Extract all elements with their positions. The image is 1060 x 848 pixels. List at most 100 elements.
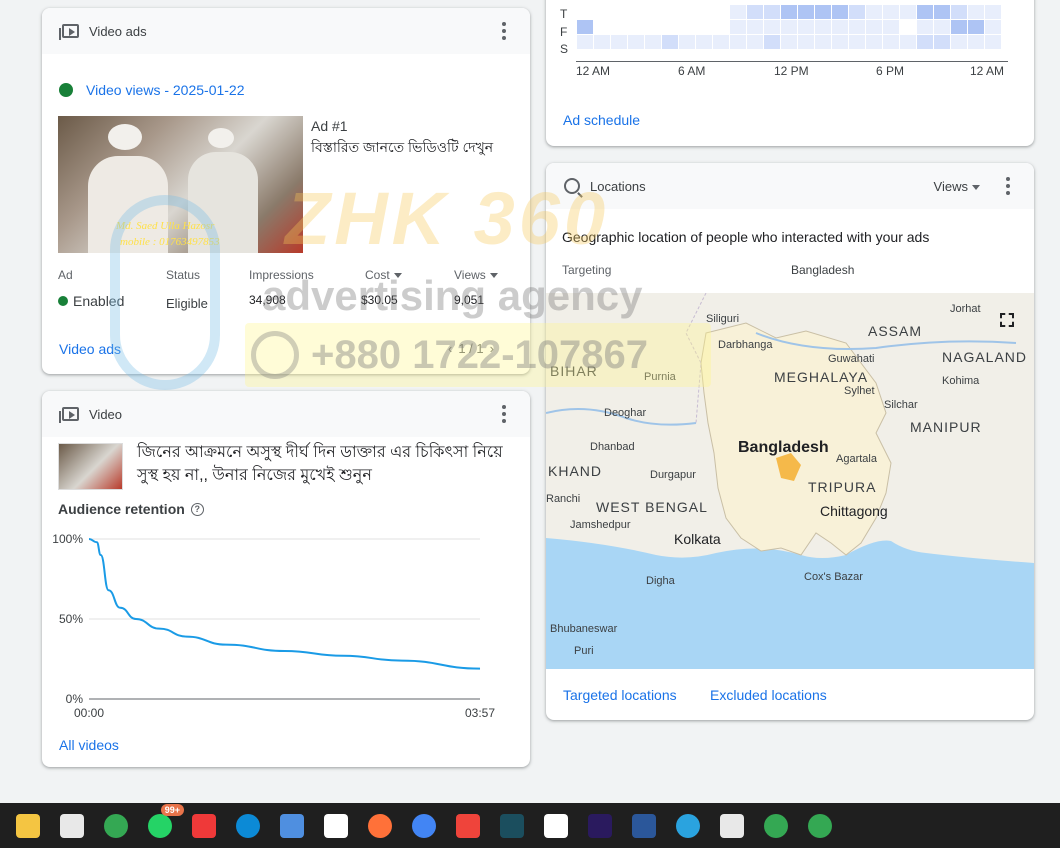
heatmap-cell[interactable] [576,4,594,20]
chrome-icon[interactable] [100,810,132,842]
heatmap-cell[interactable] [610,4,628,20]
heatmap-cell[interactable] [916,19,934,35]
col-impressions[interactable]: Impressions [249,268,314,282]
heatmap-cell[interactable] [644,19,662,35]
all-videos-link[interactable]: All videos [59,737,119,753]
anydesk-icon[interactable] [452,810,484,842]
heatmap-cell[interactable] [899,4,917,20]
heatmap-cell[interactable] [848,19,866,35]
heatmap-cell[interactable] [780,34,798,50]
heatmap-cell[interactable] [984,19,1002,35]
word-icon[interactable] [628,810,660,842]
location-map[interactable]: Siliguri ASSAM Jorhat NAGALAND Darbhanga Guwa… [546,293,1034,669]
video-ads-link[interactable]: Video ads [59,341,121,357]
heatmap-cell[interactable] [831,4,849,20]
heatmap-cell[interactable] [661,19,679,35]
more-options-icon[interactable] [494,21,514,41]
heatmap-cell[interactable] [763,4,781,20]
heatmap-cell[interactable] [916,34,934,50]
more-options-icon[interactable] [998,176,1018,196]
heatmap-cell[interactable] [712,19,730,35]
ad-schedule-link[interactable]: Ad schedule [563,112,640,128]
heatmap-cell[interactable] [899,34,917,50]
heatmap-cell[interactable] [933,34,951,50]
heatmap-cell[interactable] [593,19,611,35]
chrome-2-icon[interactable] [760,810,792,842]
heatmap-cell[interactable] [729,4,747,20]
heatmap-cell[interactable] [984,34,1002,50]
capcut-2-icon[interactable] [540,810,572,842]
heatmap-cell[interactable] [729,19,747,35]
capcut-icon[interactable] [320,810,352,842]
heatmap-cell[interactable] [814,34,832,50]
heatmap-cell[interactable] [576,19,594,35]
heatmap-cell[interactable] [831,19,849,35]
heatmap-cell[interactable] [882,4,900,20]
help-icon[interactable]: ? [190,502,204,516]
sync-icon[interactable] [408,810,440,842]
more-options-icon[interactable] [494,404,514,424]
edge-icon[interactable] [232,810,264,842]
next-page-icon[interactable]: › [490,341,494,356]
metric-dropdown[interactable]: Views [934,179,980,194]
heatmap-cell[interactable] [780,4,798,20]
heatmap-cell[interactable] [627,34,645,50]
heatmap-cell[interactable] [661,34,679,50]
heatmap-cell[interactable] [848,34,866,50]
heatmap-cell[interactable] [865,34,883,50]
heatmap-cell[interactable] [967,4,985,20]
heatmap-cell[interactable] [797,4,815,20]
heatmap-cell[interactable] [695,19,713,35]
heatmap-cell[interactable] [695,34,713,50]
firefox-icon[interactable] [364,810,396,842]
heatmap-cell[interactable] [746,19,764,35]
heatmap-cell[interactable] [933,4,951,20]
enabled-status[interactable]: Enabled [58,293,124,309]
telegram-icon[interactable] [672,810,704,842]
targeted-locations-link[interactable]: Targeted locations [563,687,677,703]
heatmap-cell[interactable] [984,4,1002,20]
heatmap-cell[interactable] [967,34,985,50]
heatmap-cell[interactable] [678,19,696,35]
heatmap-cell[interactable] [712,4,730,20]
heatmap-cell[interactable] [661,4,679,20]
heatmap-cell[interactable] [865,4,883,20]
chrome-3-icon[interactable] [804,810,836,842]
campaign-link[interactable]: Video views - 2025-01-22 [86,82,245,98]
heatmap-cell[interactable] [644,34,662,50]
vivaldi-icon[interactable] [188,810,220,842]
heatmap-cell[interactable] [865,19,883,35]
fullscreen-icon[interactable] [1000,313,1014,327]
heatmap-cell[interactable] [950,4,968,20]
col-views-sort[interactable]: Views [454,268,498,282]
ad-thumbnail[interactable]: Md. Saed Ulla Hazosr mobile : 0176349785… [58,116,303,253]
heatmap-cell[interactable] [950,19,968,35]
heatmap-cell[interactable] [627,19,645,35]
heatmap-cell[interactable] [644,4,662,20]
col-cost[interactable]: Cost [365,268,390,282]
heatmap-cell[interactable] [797,34,815,50]
heatmap-cell[interactable] [576,34,594,50]
snipping-tool-icon[interactable] [56,810,88,842]
video-thumbnail[interactable] [58,443,123,490]
app-icon[interactable] [716,810,748,842]
prev-page-icon[interactable]: ‹ [448,341,452,356]
heatmap-cell[interactable] [899,19,917,35]
filmora-icon[interactable] [496,810,528,842]
store-icon[interactable] [276,810,308,842]
heatmap-cell[interactable] [797,19,815,35]
premiere-icon[interactable] [584,810,616,842]
heatmap-cell[interactable] [712,34,730,50]
heatmap-cell[interactable] [678,34,696,50]
heatmap-cell[interactable] [814,4,832,20]
heatmap-cell[interactable] [967,19,985,35]
heatmap-cell[interactable] [763,34,781,50]
heatmap-cell[interactable] [729,34,747,50]
heatmap-cell[interactable] [610,34,628,50]
heatmap-cell[interactable] [746,4,764,20]
col-cost-sort[interactable]: Cost [365,268,402,282]
heatmap-cell[interactable] [695,4,713,20]
heatmap-cell[interactable] [882,34,900,50]
whatsapp-icon[interactable]: 99+ [144,803,184,842]
video-title[interactable]: জিনের আক্রমনে অসুস্থ দীর্ঘ দিন ডাক্তার এ… [137,441,512,487]
